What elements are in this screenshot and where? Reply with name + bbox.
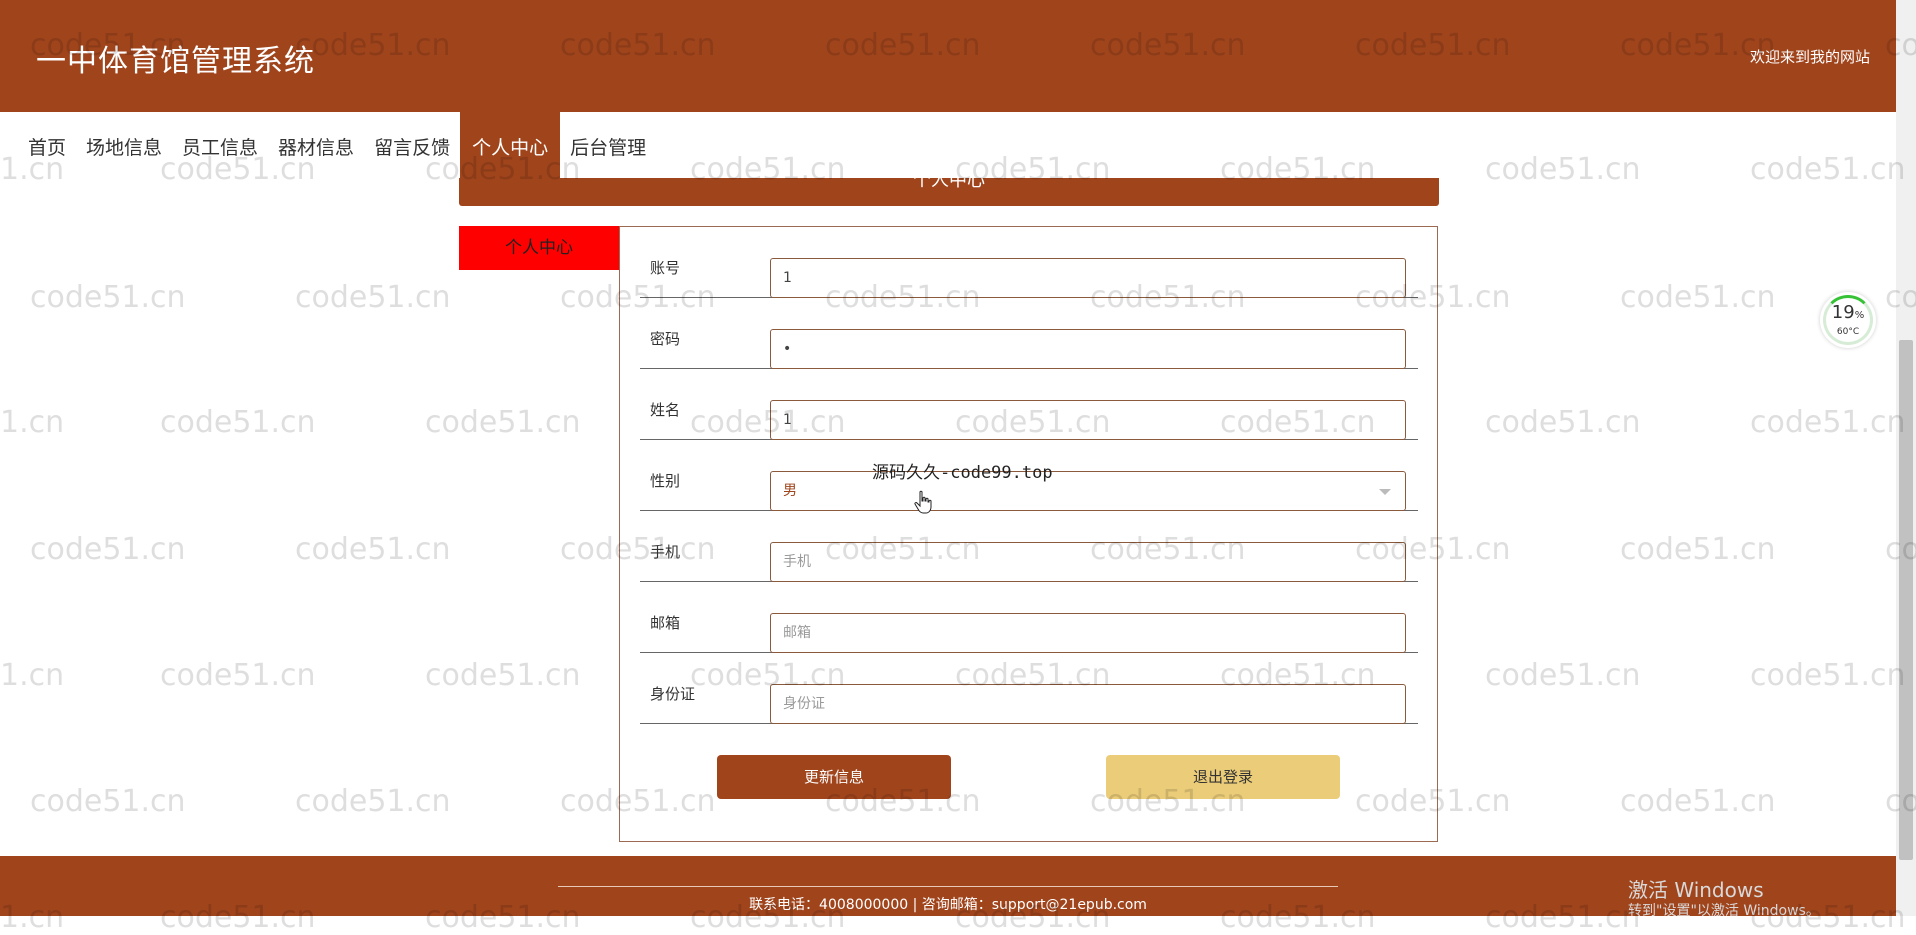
id-card-label: 身份证	[650, 685, 696, 703]
site-title: 一中体育馆管理系统	[36, 44, 315, 79]
cpu-gauge-widget[interactable]: 19% 60°C	[1820, 292, 1876, 348]
form-row-name: 姓名 1	[640, 369, 1418, 440]
watermark-text: code51.cn	[1620, 784, 1776, 819]
name-input[interactable]: 1	[770, 400, 1406, 440]
gauge-percent: 19%	[1831, 302, 1865, 323]
watermark-text: code51.cn	[30, 532, 186, 567]
watermark-text: code51.cn	[425, 405, 581, 440]
watermark-text: code51.cn	[1620, 532, 1776, 567]
phone-label: 手机	[650, 543, 681, 561]
logout-button[interactable]: 退出登录	[1106, 755, 1340, 799]
section-banner: 个人中心	[459, 178, 1439, 206]
watermark-text: code51.cn	[30, 280, 186, 315]
email-label: 邮箱	[650, 614, 681, 632]
watermark-text: code51.cn	[425, 658, 581, 693]
nav-item-admin[interactable]: 后台管理	[560, 112, 656, 180]
windows-activation-subtitle: 转到"设置"以激活 Windows。	[1628, 903, 1820, 919]
watermark-text: code51.cn	[295, 532, 451, 567]
nav-item-home[interactable]: 首页	[18, 112, 76, 180]
phone-input[interactable]	[770, 542, 1406, 582]
nav-item-staff[interactable]: 员工信息	[172, 112, 268, 180]
account-input[interactable]: 1	[770, 258, 1406, 298]
site-header: 一中体育馆管理系统 欢迎来到我的网站	[0, 0, 1896, 112]
form-row-phone: 手机	[640, 511, 1418, 582]
name-label: 姓名	[650, 401, 681, 419]
nav-item-venues[interactable]: 场地信息	[76, 112, 172, 180]
watermark-text: code51.cn	[1750, 405, 1906, 440]
page-scrollbar[interactable]	[1896, 0, 1916, 916]
watermark-text: 1.cn	[0, 405, 65, 440]
form-row-password: 密码 •	[640, 298, 1418, 369]
watermark-text: code51.cn	[160, 658, 316, 693]
source-watermark-text: 源码久久-code99.top	[872, 463, 1053, 483]
form-row-email: 邮箱	[640, 582, 1418, 653]
gender-select[interactable]: 男	[770, 471, 1406, 511]
update-info-button[interactable]: 更新信息	[717, 755, 951, 799]
gender-label: 性别	[650, 472, 681, 490]
watermark-text: code51.cn	[1485, 658, 1641, 693]
footer-contact: 联系电话：4008000000 | 咨询邮箱：support@21epub.co…	[749, 897, 1147, 913]
email-input[interactable]	[770, 613, 1406, 653]
site-footer: 联系电话：4008000000 | 咨询邮箱：support@21epub.co…	[0, 856, 1896, 916]
watermark-text: code51.cn	[295, 280, 451, 315]
watermark-text: code51.cn	[1620, 280, 1776, 315]
profile-form: 账号 1 密码 • 姓名 1 性别 男 手机 邮箱 身份证 更新信息 退出登录	[619, 226, 1438, 842]
nav-item-profile[interactable]: 个人中心	[460, 112, 561, 180]
nav-item-equipment[interactable]: 器材信息	[268, 112, 364, 180]
nav-item-feedback[interactable]: 留言反馈	[364, 112, 460, 180]
side-tab-profile[interactable]: 个人中心	[459, 226, 619, 270]
id-card-input[interactable]	[770, 684, 1406, 724]
welcome-text: 欢迎来到我的网站	[1749, 48, 1870, 66]
watermark-text: code51.cn	[1485, 405, 1641, 440]
windows-activation-title: 激活 Windows	[1628, 878, 1764, 902]
watermark-text: code51.cn	[30, 784, 186, 819]
watermark-text: code51.cn	[160, 405, 316, 440]
watermark-text: code51.cn	[1750, 658, 1906, 693]
hand-cursor-icon	[914, 490, 932, 514]
account-label: 账号	[650, 259, 681, 277]
password-input[interactable]: •	[770, 329, 1406, 369]
gender-selected-value: 男	[783, 483, 797, 499]
watermark-text: code51.cn	[295, 784, 451, 819]
scrollbar-thumb[interactable]	[1899, 340, 1913, 860]
main-nav: 首页 场地信息 员工信息 器材信息 留言反馈 个人中心 后台管理	[0, 112, 1896, 180]
form-row-id-card: 身份证	[640, 653, 1418, 724]
watermark-text: 1.cn	[0, 658, 65, 693]
form-row-account: 账号 1	[640, 227, 1418, 298]
gauge-temperature: 60°C	[1836, 327, 1860, 337]
password-label: 密码	[650, 330, 681, 348]
chevron-down-icon	[1379, 489, 1391, 495]
footer-divider	[558, 886, 1338, 887]
